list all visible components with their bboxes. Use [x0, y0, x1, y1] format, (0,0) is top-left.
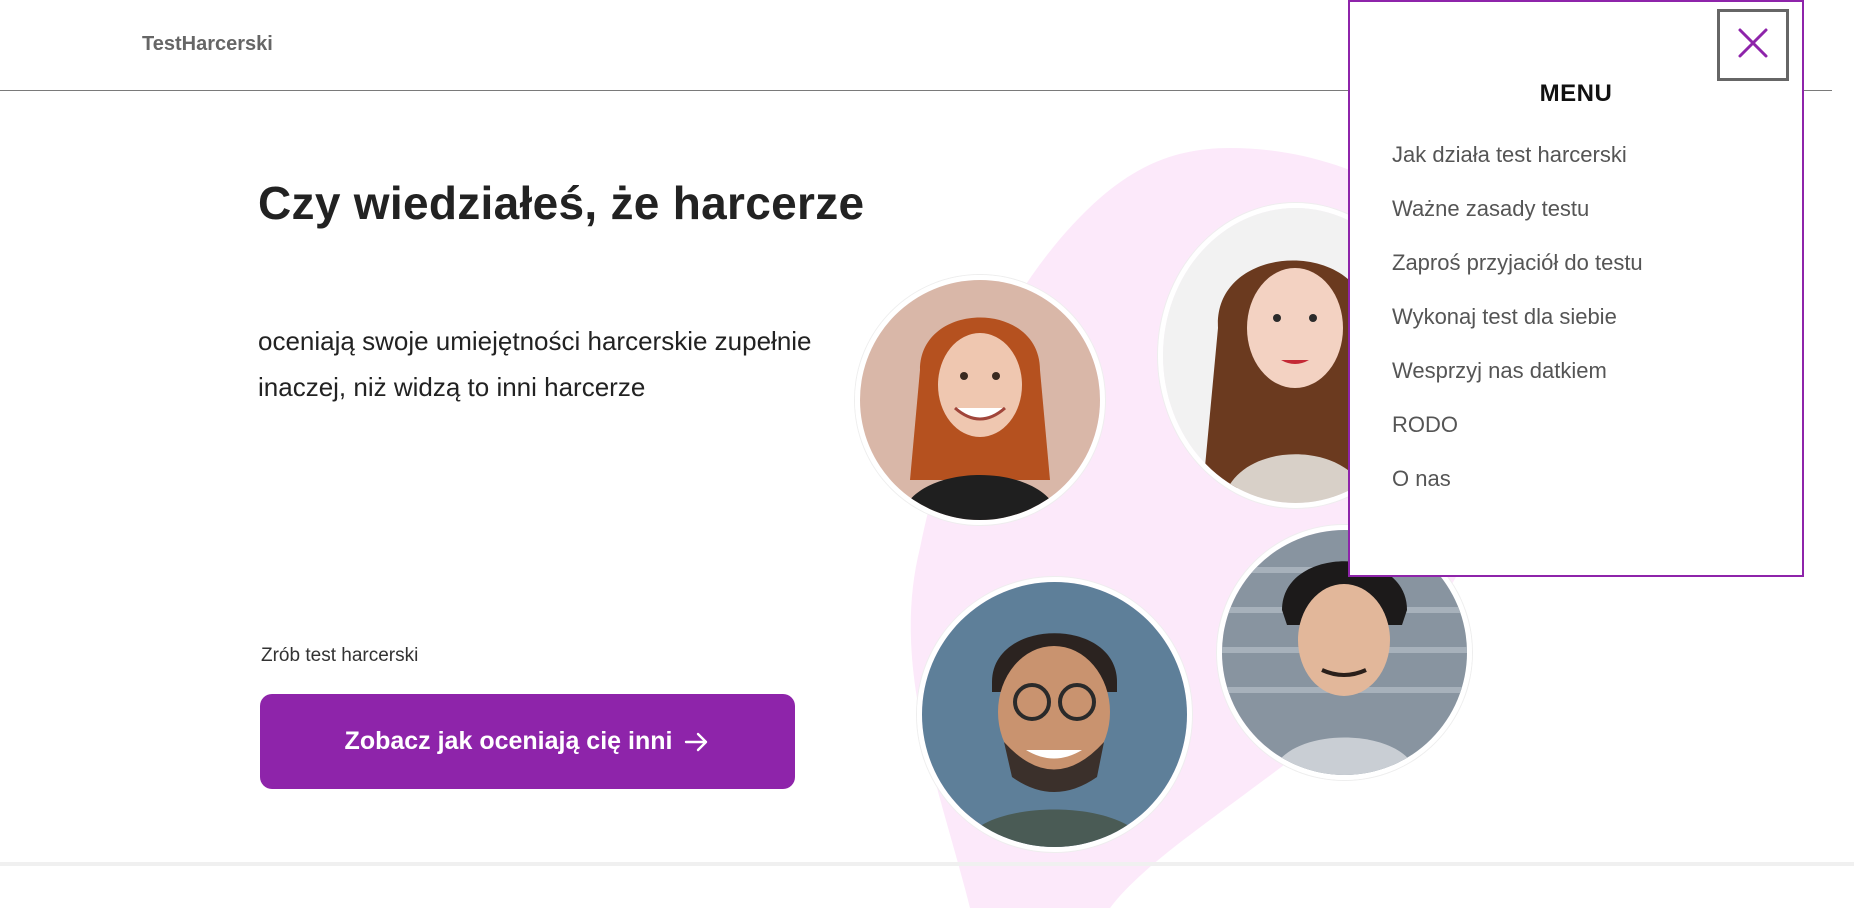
- menu-title: MENU: [1539, 80, 1613, 107]
- cta-button[interactable]: Zobacz jak oceniają cię inni: [260, 694, 795, 789]
- menu-close-button[interactable]: [1717, 9, 1789, 81]
- man-glasses-photo: [917, 577, 1192, 852]
- hero-subtitle: oceniają swoje umiejętności harcerskie z…: [258, 326, 812, 402]
- woman-red-hair-photo: [855, 275, 1105, 525]
- menu-item-wesprzyj[interactable]: Wesprzyj nas datkiem: [1392, 358, 1643, 412]
- menu-item-wykonaj-test[interactable]: Wykonaj test dla siebie: [1392, 304, 1643, 358]
- cta-button-label: Zobacz jak oceniają cię inni: [344, 727, 673, 755]
- hero-title: Czy wiedziałeś, że harcerze: [258, 177, 865, 229]
- cta-label: Zrób test harcerski: [261, 645, 419, 666]
- scrollbar[interactable]: [1832, 0, 1854, 866]
- menu-item-o-nas[interactable]: O nas: [1392, 466, 1643, 520]
- menu-item-wazne-zasady[interactable]: Ważne zasady testu: [1392, 196, 1643, 250]
- menu-item-rodo[interactable]: RODO: [1392, 412, 1643, 466]
- menu-list: Jak działa test harcerski Ważne zasady t…: [1392, 142, 1643, 520]
- menu-item-zapros-przyjaciol[interactable]: Zaproś przyjaciół do testu: [1392, 250, 1643, 304]
- side-menu: MENU Jak działa test harcerski Ważne zas…: [1348, 0, 1804, 577]
- menu-item-jak-dziala[interactable]: Jak działa test harcerski: [1392, 142, 1643, 196]
- arrow-right-icon: [684, 731, 710, 753]
- bottom-divider: [0, 862, 1854, 866]
- close-icon: [1736, 26, 1770, 65]
- site-logo[interactable]: TestHarcerski: [142, 33, 273, 56]
